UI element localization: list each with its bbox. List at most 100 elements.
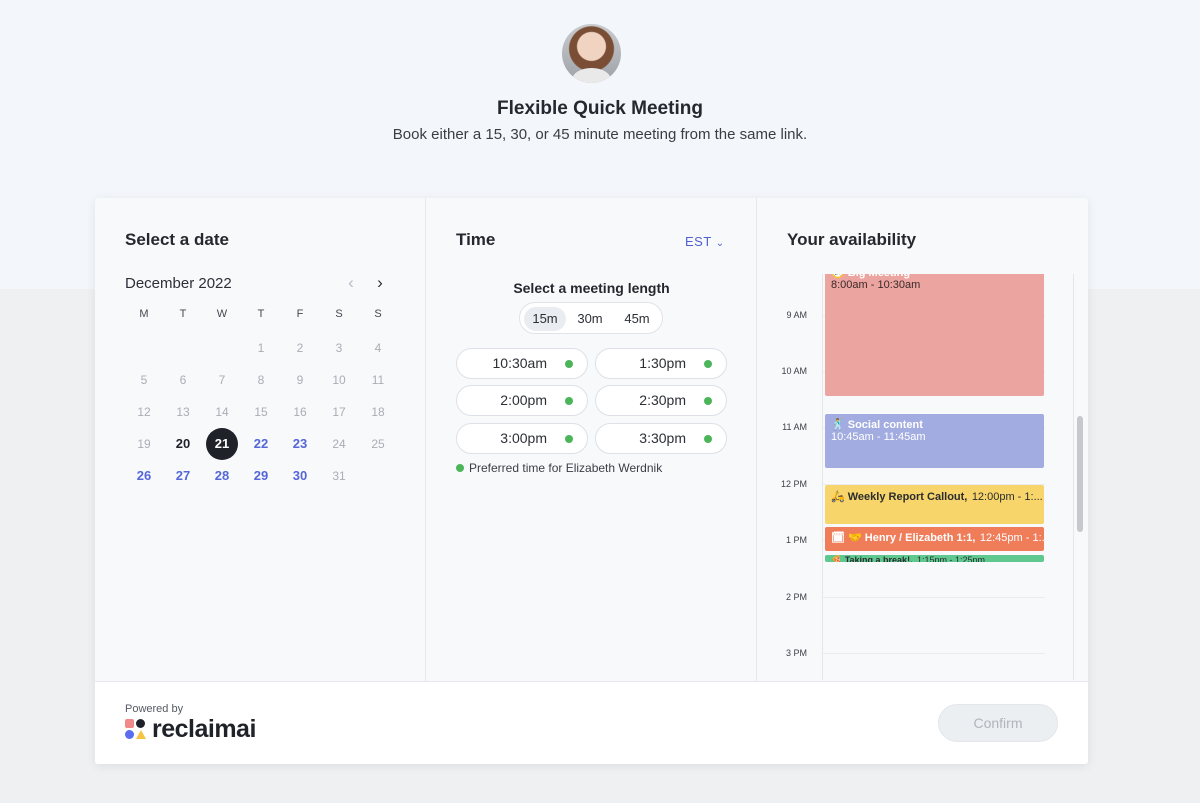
time-slot[interactable]: 2:00pm — [456, 385, 588, 416]
slot-time-label: 3:30pm — [639, 430, 686, 446]
calendar-day[interactable]: 26 — [128, 460, 160, 492]
calendar-day: 25 — [371, 437, 385, 451]
selected-day[interactable]: 21 — [206, 428, 238, 460]
previous-month-chevron-icon[interactable]: ‹ — [343, 274, 359, 292]
length-option-15m[interactable]: 15m — [524, 307, 566, 331]
weekday-label: F — [296, 308, 304, 320]
length-option-45m[interactable]: 45m — [615, 307, 659, 331]
calendar-day: 4 — [374, 341, 382, 355]
calendar-day[interactable]: 28 — [206, 460, 238, 492]
calendar-day: 19 — [137, 437, 151, 451]
next-month-chevron-icon[interactable]: › — [372, 274, 388, 292]
event-time: 8:00am - 10:30am — [831, 279, 921, 291]
hour-label: 9 AM — [786, 310, 807, 320]
availability-calendar[interactable]: 9 AM 10 AM 11 AM 12 PM 1 PM 2 PM 3 PM 🧭 Big Me… — [757, 274, 1077, 680]
hour-label: 11 AM — [782, 422, 807, 432]
calendar-day: 10 — [332, 373, 346, 387]
chevron-down-icon: ⌄ — [715, 238, 725, 249]
calendar-day: 1 — [257, 341, 265, 355]
event-name: 🗓 🤝 Henry / Elizabeth 1:1, — [831, 532, 976, 544]
time-slot[interactable]: 3:00pm — [456, 423, 588, 454]
event-time: 1:15pm - 1:25pm — [917, 555, 986, 563]
card-footer: Powered by reclaimai Confirm — [95, 681, 1088, 764]
calendar-day: 20 — [175, 436, 191, 451]
meeting-length-label: Select a meeting length — [513, 280, 670, 296]
slot-time-label: 2:00pm — [500, 392, 547, 408]
preferred-dot-icon — [704, 360, 712, 368]
timezone-label: EST — [685, 234, 712, 249]
hour-label: 2 PM — [785, 592, 807, 602]
meeting-length-toggle: 15m 30m 45m — [519, 302, 663, 334]
event-name: 🕺 Social content — [831, 419, 923, 431]
calendar-day: 12 — [137, 405, 151, 419]
calendar-day: 24 — [332, 437, 346, 451]
preferred-time-legend: Preferred time for Elizabeth Werdnik — [456, 461, 662, 475]
hour-label: 3 PM — [785, 648, 807, 658]
weekday-label: S — [374, 308, 382, 320]
meeting-description: Book either a 15, 30, or 45 minute meeti… — [392, 126, 808, 143]
calendar-day: 17 — [332, 405, 346, 419]
preferred-dot-icon — [565, 435, 573, 443]
calendar-day: 13 — [176, 405, 190, 419]
timezone-selector[interactable]: EST ⌄ — [685, 234, 725, 249]
hour-label: 12 PM — [780, 479, 807, 489]
slot-time-label: 2:30pm — [639, 392, 686, 408]
length-option-30m[interactable]: 30m — [569, 307, 611, 331]
weekday-label: T — [257, 308, 265, 320]
calendar-day: 18 — [371, 405, 385, 419]
calendar-day: 5 — [140, 373, 148, 387]
calendar-day: 31 — [332, 469, 346, 483]
calendar-day: 11 — [371, 373, 385, 387]
hour-label: 1 PM — [785, 535, 807, 545]
availability-heading: Your availability — [787, 230, 917, 249]
calendar-event: 🍕 Taking a break!, 1:15pm - 1:25pm — [825, 555, 1044, 562]
calendar-day: 15 — [254, 405, 268, 419]
time-slot[interactable]: 2:30pm — [595, 385, 727, 416]
hour-gridline — [823, 597, 1045, 598]
time-slot[interactable]: 1:30pm — [595, 348, 727, 379]
calendar-day: 9 — [296, 373, 304, 387]
calendar-day[interactable]: 22 — [245, 428, 277, 460]
calendar-day: 7 — [218, 373, 226, 387]
preferred-dot-icon — [456, 464, 464, 472]
select-date-heading: Select a date — [125, 230, 229, 249]
weekday-label: T — [179, 308, 187, 320]
calendar-day: 14 — [215, 405, 229, 419]
legend-text: Preferred time for Elizabeth Werdnik — [469, 461, 663, 475]
event-time: 12:45pm - 1:... — [979, 532, 1044, 544]
slot-time-label: 3:00pm — [500, 430, 547, 446]
calendar-day[interactable]: 29 — [245, 460, 277, 492]
calendar-day: 8 — [257, 373, 265, 387]
calendar-day: 3 — [335, 341, 343, 355]
slot-time-label: 1:30pm — [639, 355, 686, 371]
confirm-button[interactable]: Confirm — [938, 704, 1058, 742]
reclaim-logo-mark-icon — [125, 719, 147, 741]
calendar-day: 2 — [296, 341, 304, 355]
calendar-day[interactable]: 30 — [284, 460, 316, 492]
calendar-day: 6 — [179, 373, 187, 387]
hour-label: 10 AM — [781, 366, 807, 376]
weekday-label: S — [335, 308, 343, 320]
calendar-event: 🗓 🤝 Henry / Elizabeth 1:1, 12:45pm - 1:.… — [825, 527, 1044, 551]
availability-scrollbar[interactable] — [1077, 416, 1083, 532]
preferred-dot-icon — [704, 397, 712, 405]
weekday-label: M — [139, 308, 149, 320]
calendar-day: 16 — [293, 405, 307, 419]
calendar-day[interactable]: 27 — [167, 460, 199, 492]
meeting-title: Flexible Quick Meeting — [497, 98, 703, 119]
calendar-event: 🛵 Weekly Report Callout, 12:00pm - 1:... — [825, 485, 1044, 524]
preferred-dot-icon — [565, 360, 573, 368]
preferred-dot-icon — [565, 397, 573, 405]
time-heading: Time — [456, 230, 496, 249]
calendar-event: 🕺 Social content 10:45am - 11:45am — [825, 414, 1044, 468]
time-slot[interactable]: 3:30pm — [595, 423, 727, 454]
preferred-dot-icon — [704, 435, 712, 443]
time-slot[interactable]: 10:30am — [456, 348, 588, 379]
column-divider — [425, 198, 426, 681]
event-name: 🍕 Taking a break!, — [831, 555, 913, 563]
calendar-day[interactable]: 23 — [284, 428, 316, 460]
host-avatar — [562, 24, 621, 83]
event-time: 12:00pm - 1:... — [971, 491, 1043, 503]
hour-gridline — [823, 653, 1045, 654]
event-time: 10:45am - 11:45am — [831, 431, 926, 443]
